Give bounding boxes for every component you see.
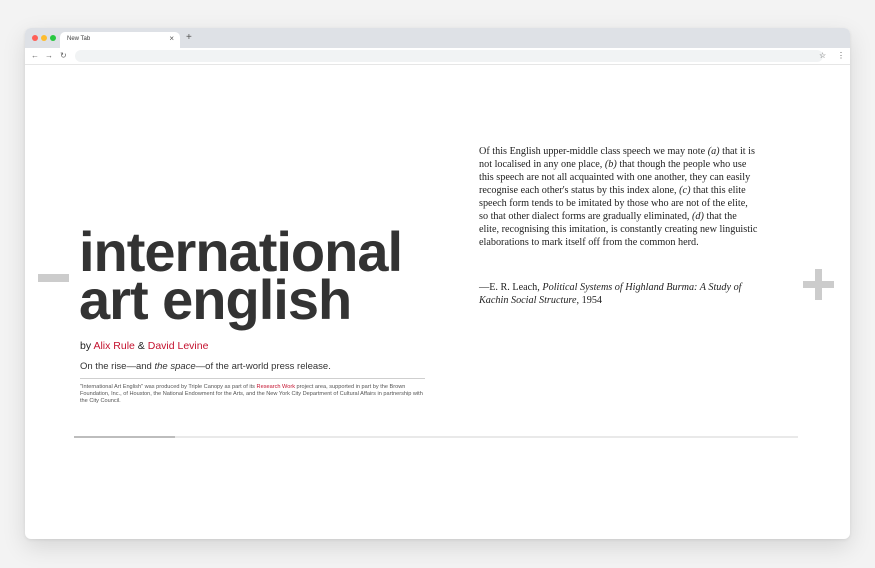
research-work-link[interactable]: Research Work bbox=[257, 384, 295, 390]
quote-marker-b: (b) bbox=[604, 159, 617, 170]
author-link-david-levine[interactable]: David Levine bbox=[148, 340, 209, 352]
tab-bar: New Tab × + bbox=[25, 28, 850, 48]
quote-text-1: Of this English upper-middle class speec… bbox=[479, 146, 708, 157]
author-link-alix-rule[interactable]: Alix Rule bbox=[93, 340, 134, 352]
subtitle-emphasis: the space bbox=[154, 361, 196, 372]
attribution-author: —E. R. Leach, bbox=[479, 282, 543, 293]
quote-marker-a: (a) bbox=[707, 146, 720, 157]
page-content: international art english by Alix Rule &… bbox=[25, 65, 850, 539]
close-window-button[interactable] bbox=[32, 35, 38, 41]
browser-toolbar: ← → ↻ ☆ ⋮ bbox=[25, 48, 850, 65]
quote-marker-c: (c) bbox=[679, 185, 691, 196]
quote-attribution: —E. R. Leach, Political Systems of Highl… bbox=[479, 281, 759, 307]
more-menu-icon[interactable]: ⋮ bbox=[837, 50, 845, 62]
subtitle-text-pre: On the rise—and bbox=[80, 361, 155, 372]
article-subtitle: On the rise—and the space—of the art-wor… bbox=[80, 361, 331, 372]
maximize-window-button[interactable] bbox=[50, 35, 56, 41]
article-title: international art english bbox=[79, 224, 403, 331]
byline: by Alix Rule & David Levine bbox=[80, 340, 208, 352]
reading-progress-fill bbox=[74, 436, 176, 438]
reload-icon[interactable]: ↻ bbox=[60, 50, 67, 62]
credit-text-pre: "International Art English" was produced… bbox=[80, 384, 257, 390]
tab-new-tab[interactable]: New Tab × bbox=[60, 32, 180, 48]
tab-title: New Tab bbox=[67, 36, 91, 42]
forward-arrow-icon[interactable]: → bbox=[45, 50, 53, 62]
browser-window: New Tab × + ← → ↻ ☆ ⋮ international art … bbox=[25, 28, 850, 539]
byline-and: & bbox=[137, 340, 145, 352]
epigraph-quote: Of this English upper-middle class speec… bbox=[479, 145, 759, 249]
minimize-window-button[interactable] bbox=[41, 35, 47, 41]
back-arrow-icon[interactable]: ← bbox=[31, 50, 39, 62]
close-icon[interactable]: × bbox=[169, 34, 174, 44]
previous-minus-icon[interactable] bbox=[38, 274, 69, 282]
bookmark-star-icon[interactable]: ☆ bbox=[819, 50, 826, 62]
quote-marker-d: (d) bbox=[692, 211, 704, 222]
faded-next-page-text bbox=[808, 131, 850, 341]
address-bar[interactable] bbox=[75, 50, 823, 62]
subtitle-text-post: —of the art-world press release. bbox=[195, 361, 331, 372]
title-line-2: art english bbox=[79, 268, 352, 331]
attribution-year: , 1954 bbox=[576, 295, 602, 306]
byline-prefix: by bbox=[80, 340, 92, 352]
divider bbox=[80, 378, 425, 379]
reading-progress-bar[interactable] bbox=[74, 436, 798, 438]
new-tab-button[interactable]: + bbox=[186, 32, 192, 44]
credit-note: "International Art English" was produced… bbox=[80, 384, 425, 405]
